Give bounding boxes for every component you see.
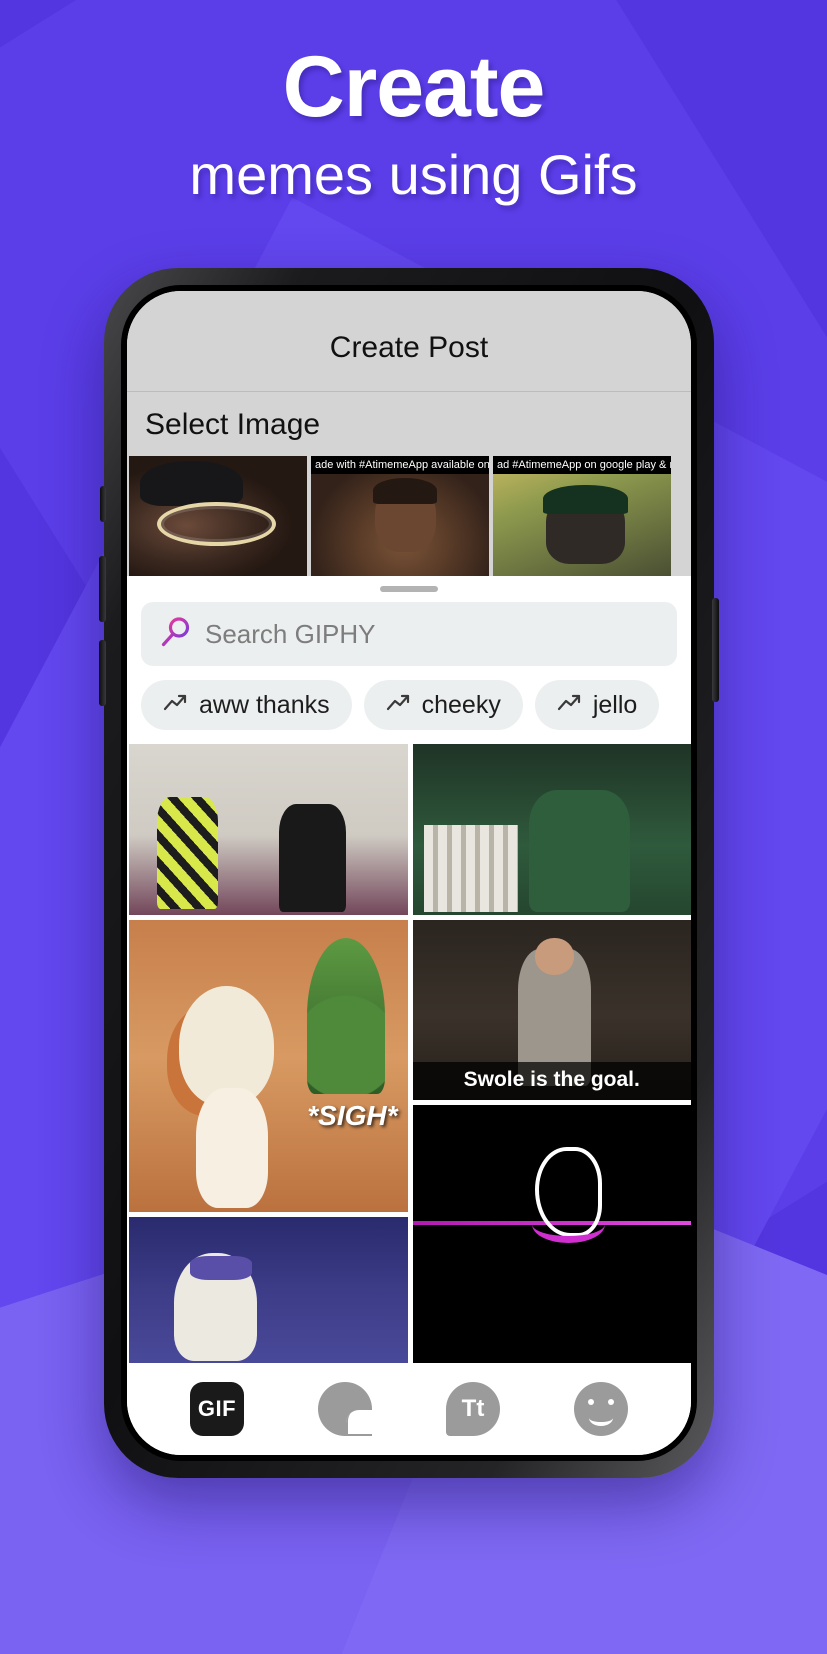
gif-art-two-women-highfive — [129, 744, 408, 915]
gif-tile-dog-sigh[interactable]: *SIGH* — [129, 919, 408, 1212]
gif-caption-gym-swole: Swole is the goal. — [412, 1061, 691, 1100]
phone-bezel: Create Post Select Image ade with #Atime… — [121, 285, 697, 1461]
search-box[interactable] — [141, 602, 677, 666]
phone-volume-down-button[interactable] — [99, 640, 106, 706]
gif-grid-left-column: *SIGH* — [129, 744, 408, 1363]
promo-banner: Create memes using Gifs Create Post Sele… — [0, 0, 827, 1654]
plant-decoration — [307, 937, 386, 1094]
gif-tile-bucks-celebration[interactable] — [412, 744, 691, 915]
page-title: Create Post — [329, 331, 489, 364]
trending-chip-label-3: jello — [592, 690, 638, 719]
bottom-toolbar[interactable]: GIF Tt — [127, 1363, 691, 1455]
trending-up-icon — [386, 693, 412, 718]
sticker-icon — [318, 1382, 372, 1436]
gif-overlay-text-dog: *SIGH* — [307, 1099, 398, 1131]
phone-mockup: Create Post Select Image ade with #Atime… — [99, 268, 719, 1478]
search-row — [127, 602, 691, 666]
trending-up-icon — [163, 693, 189, 718]
trending-chip-label-2: cheeky — [421, 690, 501, 719]
sheet-drag-handle[interactable] — [380, 586, 438, 592]
headline-block: Create memes using Gifs — [0, 44, 827, 206]
gif-tile-slide-neon[interactable] — [412, 1104, 691, 1363]
search-icon — [159, 615, 193, 654]
trending-chip-3[interactable]: jello — [534, 680, 660, 730]
selected-image-strip[interactable]: ade with #AtimemeApp available on Goo ad… — [127, 456, 691, 576]
gif-art-courage-cartoon — [129, 1216, 408, 1363]
gif-art-bucks-celebration — [412, 744, 691, 915]
tab-text[interactable]: Tt — [446, 1382, 500, 1436]
section-title: Select Image — [145, 408, 321, 441]
gif-art-dog-sigh — [129, 919, 408, 1212]
trending-chips-row[interactable]: aww thanks cheeky jello — [127, 666, 691, 744]
emoji-icon — [574, 1382, 628, 1436]
select-image-section-header: Select Image — [127, 392, 691, 456]
app-header: Create Post — [127, 291, 691, 392]
gif-tile-courage-cartoon[interactable] — [129, 1216, 408, 1363]
thumbnail-caption-3: ad #AtimemeApp on google play & make — [493, 456, 671, 474]
search-input[interactable] — [205, 618, 659, 650]
gif-grid[interactable]: *SIGH* Swole is the goal. — [127, 744, 691, 1363]
headline-secondary: memes using Gifs — [189, 143, 638, 206]
phone-screen: Create Post Select Image ade with #Atime… — [127, 291, 691, 1455]
trending-chip-label-1: aww thanks — [199, 690, 330, 719]
selected-image-item-2[interactable]: ade with #AtimemeApp available on Goo — [311, 456, 489, 576]
giphy-sheet: aww thanks cheeky — [127, 576, 691, 744]
trending-chip-1[interactable]: aww thanks — [141, 680, 352, 730]
headline-primary: Create — [282, 39, 546, 135]
phone-volume-up-button[interactable] — [99, 556, 106, 622]
tab-emoji[interactable] — [574, 1382, 628, 1436]
thumbnail-caption-2: ade with #AtimemeApp available on Goo — [311, 456, 489, 474]
phone-mute-switch[interactable] — [100, 486, 106, 522]
thumbnail-art-2 — [311, 456, 489, 576]
text-icon: Tt — [446, 1382, 500, 1436]
gif-tile-two-women-highfive[interactable] — [129, 744, 408, 915]
gif-tile-gym-swole[interactable]: Swole is the goal. — [412, 919, 691, 1100]
tab-sticker[interactable] — [318, 1382, 372, 1436]
trending-chip-2[interactable]: cheeky — [363, 680, 523, 730]
tab-gif[interactable]: GIF — [190, 1382, 244, 1436]
gif-icon: GIF — [190, 1382, 244, 1436]
selected-image-item-3[interactable]: ad #AtimemeApp on google play & make — [493, 456, 671, 576]
thumbnail-art-3 — [493, 456, 671, 576]
selected-image-item-1[interactable] — [129, 456, 307, 576]
thumbnail-art-1 — [129, 456, 307, 576]
trending-up-icon — [557, 693, 583, 718]
neon-glow — [532, 1205, 605, 1243]
gif-art-slide-neon — [412, 1104, 691, 1363]
phone-power-button[interactable] — [712, 598, 719, 702]
gif-grid-right-column: Swole is the goal. — [412, 744, 691, 1363]
